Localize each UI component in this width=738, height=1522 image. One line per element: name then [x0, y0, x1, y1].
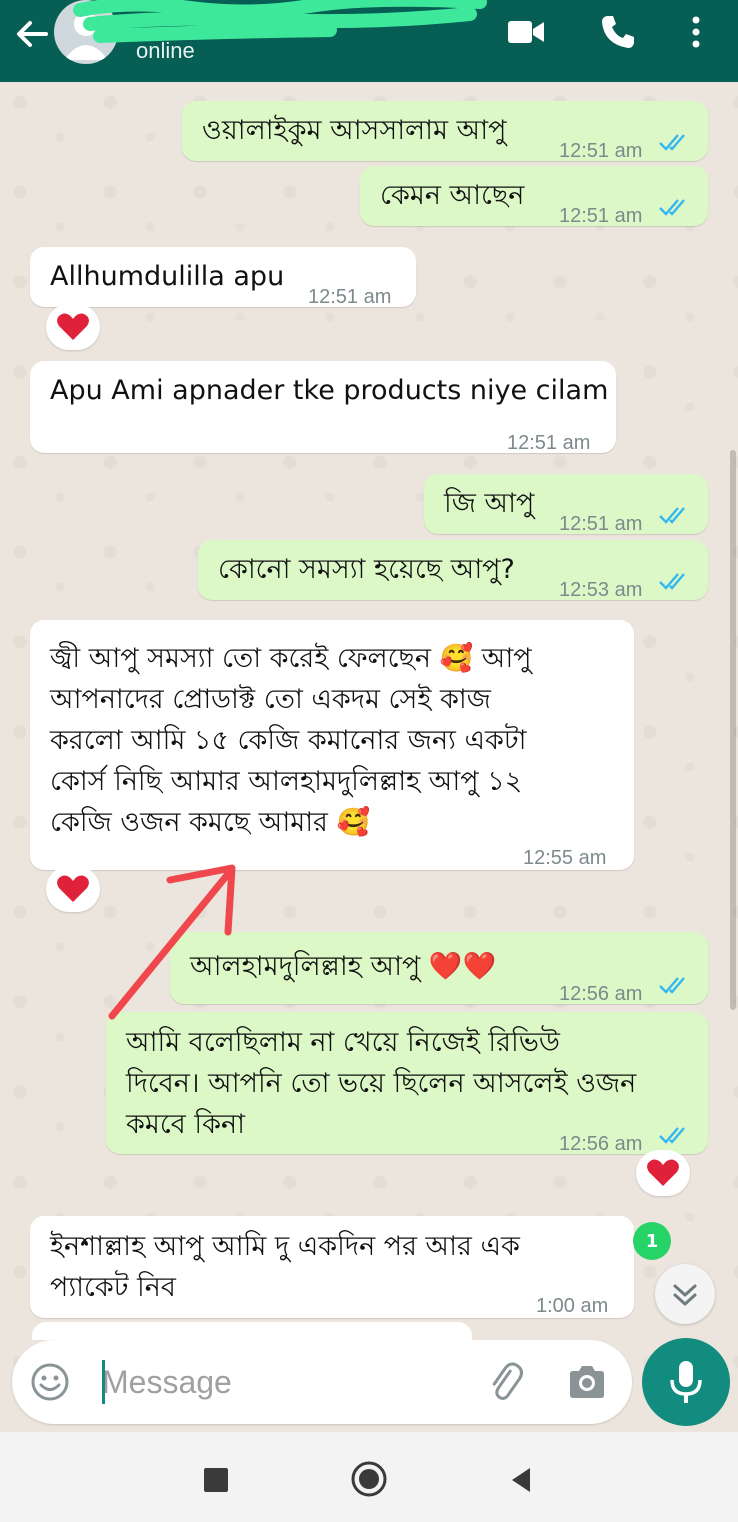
unread-count-badge: 1	[633, 1222, 671, 1260]
back-nav-button[interactable]	[508, 1466, 534, 1494]
message-time: 12:51 am	[507, 432, 591, 454]
message-bubble-incoming[interactable]: ইনশাল্লাহ আপু আমি দু একদিন পর আর এক প্যা…	[30, 1216, 634, 1318]
message-text: ইনশাল্লাহ আপু আমি দু একদিন পর আর এক প্যা…	[50, 1231, 520, 1303]
message-text: Allhumdulilla apu	[50, 261, 285, 292]
message-time: 12:51 am	[559, 205, 643, 227]
paperclip-icon[interactable]	[484, 1360, 528, 1404]
message-time: 12:51 am	[308, 286, 392, 308]
video-call-icon[interactable]	[506, 12, 546, 52]
heart-icon	[57, 875, 89, 902]
message-time: 12:55 am	[523, 847, 607, 869]
message-time: 1:00 am	[536, 1295, 609, 1317]
more-vert-icon[interactable]	[676, 12, 716, 52]
arrow-left-icon[interactable]	[12, 14, 52, 54]
camera-icon[interactable]	[566, 1362, 608, 1402]
message-bubble-outgoing[interactable]: আমি বলেছিলাম না খেয়ে নিজেই রিভিউ দিবেন।…	[106, 1012, 708, 1155]
scrollbar[interactable]	[730, 450, 736, 1010]
message-bubble-outgoing[interactable]: কোনো সমস্যা হয়েছে আপু? 12:53 am	[198, 540, 708, 601]
phone-icon[interactable]	[598, 12, 638, 52]
home-button[interactable]	[350, 1460, 388, 1498]
double-check-icon	[659, 199, 685, 216]
partial-message-bubble	[32, 1322, 472, 1340]
message-bubble-incoming[interactable]: Apu Ami apnader tke products niye cilam …	[30, 361, 616, 454]
reaction-badge[interactable]	[636, 1150, 690, 1196]
text-caret	[102, 1360, 105, 1404]
message-time: 12:56 am	[559, 1133, 643, 1155]
system-navigation-bar	[0, 1432, 738, 1522]
double-check-icon	[659, 1127, 685, 1144]
heart-icon	[647, 1159, 679, 1186]
scroll-to-bottom-button[interactable]	[655, 1264, 715, 1324]
reaction-badge[interactable]	[46, 866, 100, 912]
message-bubble-outgoing[interactable]: ওয়ালাইকুম আসসালাম আপু 12:51 am	[182, 101, 708, 162]
heart-icon	[57, 313, 89, 340]
message-bubble-incoming[interactable]: জ্বী আপু সমস্যা তো করেই ফেলছেন 🥰 আপু আপন…	[30, 620, 634, 870]
chevron-double-down-icon	[673, 1284, 697, 1306]
double-check-icon	[659, 507, 685, 524]
emoji-icon[interactable]	[30, 1362, 70, 1402]
mic-icon	[670, 1361, 702, 1403]
message-text: জ্বী আপু সমস্যা তো করেই ফেলছেন 🥰 আপু আপন…	[50, 643, 532, 838]
message-bubble-outgoing[interactable]: জি আপু 12:51 am	[424, 474, 708, 535]
message-text: ওয়ালাইকুম আসসালাম আপু	[202, 115, 507, 146]
message-text: কোনো সমস্যা হয়েছে আপু?	[218, 554, 515, 585]
message-time: 12:51 am	[559, 513, 643, 535]
message-time: 12:53 am	[559, 579, 643, 601]
message-time: 12:56 am	[559, 983, 643, 1005]
contact-status: online	[136, 38, 195, 63]
message-bubble-incoming[interactable]: Allhumdulilla apu 12:51 am	[30, 247, 416, 308]
message-text: জি আপু	[444, 488, 535, 519]
message-composer	[12, 1340, 632, 1424]
message-text: কেমন আছেন	[380, 180, 525, 211]
reaction-badge[interactable]	[46, 304, 100, 350]
message-input[interactable]	[102, 1354, 472, 1410]
voice-record-button[interactable]	[642, 1338, 730, 1426]
message-bubble-outgoing[interactable]: আলহামদুলিল্লাহ আপু ❤️❤️ 12:56 am	[170, 932, 708, 1005]
chat-header: online	[0, 0, 738, 82]
recents-button[interactable]	[204, 1468, 228, 1492]
double-check-icon	[659, 573, 685, 590]
message-text: আলহামদুলিল্লাহ আপু ❤️❤️	[190, 951, 497, 982]
double-check-icon	[659, 134, 685, 151]
double-check-icon	[659, 977, 685, 994]
message-bubble-outgoing[interactable]: কেমন আছেন 12:51 am	[360, 166, 708, 227]
redaction-scribble	[73, 0, 487, 43]
message-text: Apu Ami apnader tke products niye cilam	[50, 375, 609, 406]
